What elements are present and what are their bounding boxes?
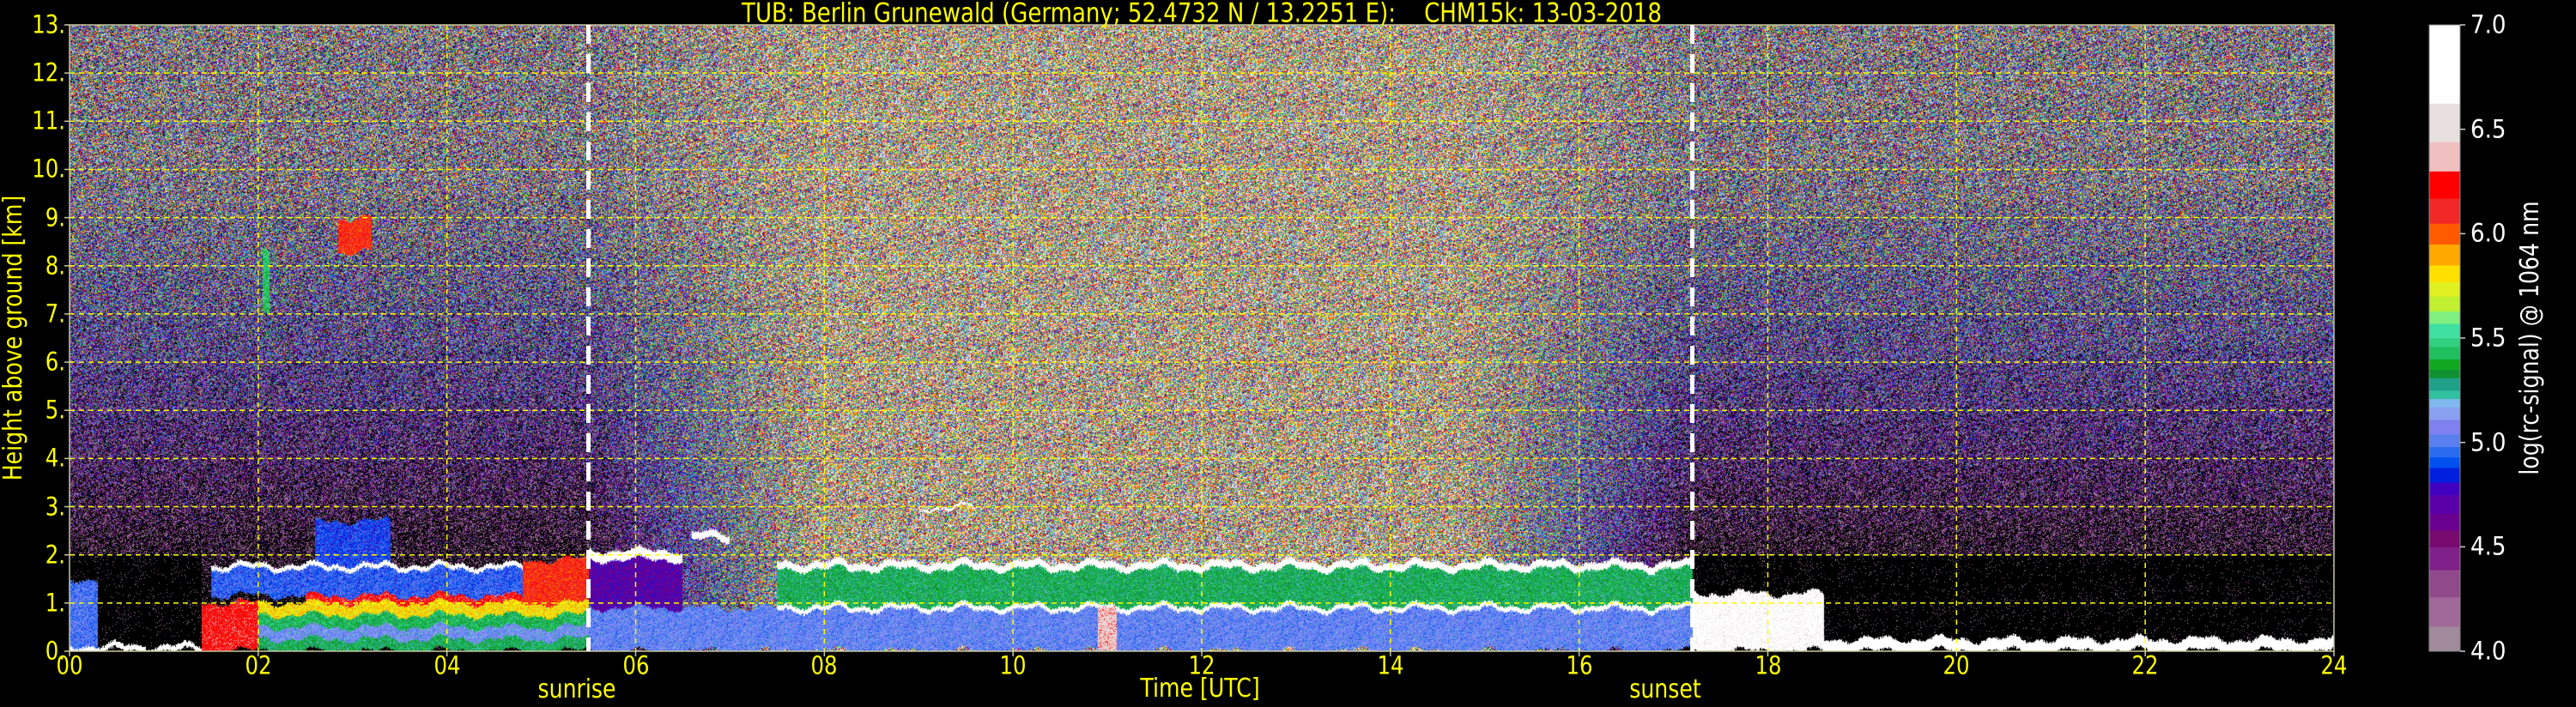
colorbar-segment — [2429, 547, 2460, 571]
y-tick-label: 4. — [45, 443, 65, 473]
colorbar-label: log(rc-signal) @ 1064 nm — [2515, 201, 2545, 475]
y-axis-label: Height above ground [km] — [0, 195, 28, 481]
x-axis-label: Time [UTC] — [1140, 674, 1260, 704]
y-tick-label: 11. — [32, 106, 65, 136]
colorbar-segment — [2429, 494, 2460, 514]
colorbar-segment — [2429, 223, 2460, 245]
x-tick-label: 14 — [1377, 650, 1404, 680]
colorbar-tick-label: 7.0 — [2470, 9, 2506, 39]
x-tick-label: 02 — [245, 650, 272, 680]
chart-title: TUB: Berlin Grunewald (Germany; 52.4732 … — [742, 0, 1662, 29]
colorbar-segment — [2429, 346, 2460, 360]
y-tick-label: 13. — [32, 9, 65, 39]
colorbar-tick-label: 5.5 — [2470, 323, 2506, 353]
x-tick-label: 10 — [999, 650, 1027, 680]
x-tick-label: 16 — [1566, 650, 1593, 680]
y-tick-label: 12. — [32, 57, 65, 88]
colorbar-segment — [2429, 419, 2460, 435]
colorbar-tick-label: 4.0 — [2470, 636, 2506, 666]
y-tick-label: 5. — [45, 395, 65, 425]
y-tick-label: 8. — [45, 251, 65, 281]
x-tick-label: 18 — [1754, 650, 1782, 680]
x-tick-label: 06 — [621, 650, 650, 680]
colorbar-segment — [2429, 171, 2460, 199]
x-tick-label: 04 — [433, 650, 461, 680]
colorbar-tick-label: 6.0 — [2470, 218, 2506, 248]
colorbar-segment — [2429, 433, 2460, 448]
colorbar-segment — [2429, 446, 2460, 458]
colorbar-segment — [2429, 338, 2460, 347]
y-tick-label: 9. — [45, 202, 65, 233]
colorbar-segment — [2429, 25, 2460, 104]
colorbar-segment — [2429, 513, 2460, 531]
colorbar-segment — [2429, 369, 2460, 378]
y-tick-label: 0. — [45, 636, 65, 666]
y-tick-label: 3. — [45, 492, 65, 522]
colorbar-segment — [2429, 311, 2460, 324]
colorbar-segment — [2429, 378, 2460, 391]
y-tick-label: 6. — [45, 347, 65, 377]
colorbar-segment — [2429, 596, 2460, 627]
y-tick-label: 2. — [45, 540, 65, 570]
colorbar-segment — [2429, 481, 2460, 495]
colorbar-segment — [2429, 407, 2460, 420]
colorbar-segment — [2429, 570, 2460, 598]
colorbar-segment — [2429, 467, 2460, 483]
colorbar-segment — [2429, 323, 2460, 339]
colorbar-tick-label: 4.5 — [2470, 531, 2506, 561]
y-tick-label: 7. — [45, 299, 65, 329]
y-tick-label: 10. — [32, 154, 65, 184]
colorbar-segment — [2429, 264, 2460, 282]
colorbar-segment — [2429, 142, 2460, 172]
colorbar-segment — [2429, 197, 2460, 224]
x-tick-label: 22 — [2131, 650, 2159, 680]
colorbar-tick-label: 5.0 — [2470, 427, 2506, 457]
x-tick-label: 08 — [810, 650, 838, 680]
x-tick-label: 20 — [1943, 650, 1970, 680]
colorbar-segment — [2429, 359, 2460, 370]
colorbar-segment — [2429, 398, 2460, 408]
colorbar-segment — [2429, 625, 2460, 652]
sunset-label: sunset — [1629, 674, 1701, 704]
sunrise-label: sunrise — [537, 674, 616, 704]
x-tick-label: 12 — [1188, 650, 1215, 680]
colorbar-segment — [2429, 390, 2460, 400]
chart-overlay — [64, 24, 2465, 656]
colorbar-segment — [2429, 281, 2460, 297]
colorbar-segment — [2429, 103, 2460, 142]
colorbar-segment — [2429, 456, 2460, 468]
colorbar-segment — [2429, 244, 2460, 266]
y-tick-label: 1. — [45, 588, 65, 618]
colorbar-segment — [2429, 529, 2460, 547]
x-tick-label: 24 — [2320, 650, 2348, 680]
colorbar-segment — [2429, 296, 2460, 311]
colorbar-tick-label: 6.5 — [2470, 114, 2506, 144]
